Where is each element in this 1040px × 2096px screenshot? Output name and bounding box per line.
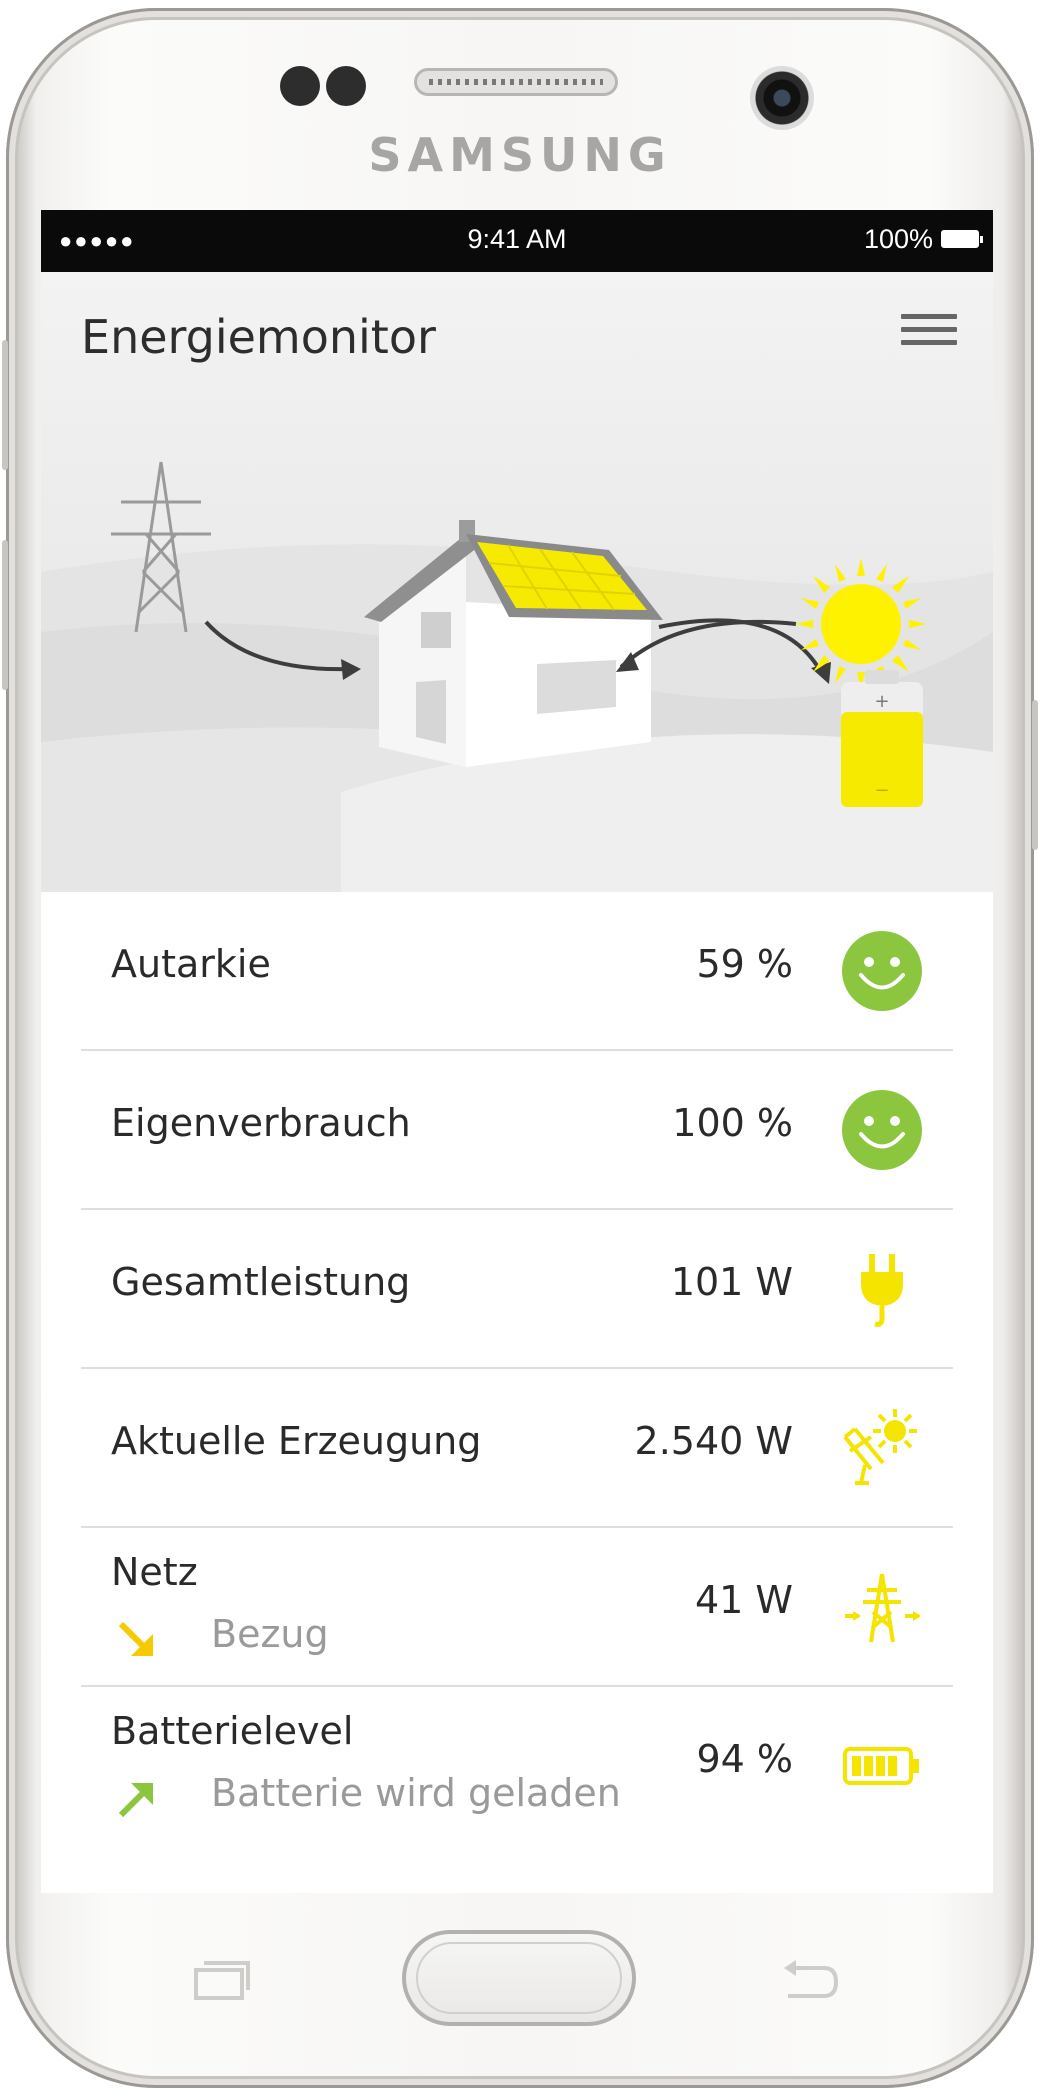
metric-value: 2.540 W [634,1419,793,1463]
brand-logo: SAMSUNG [368,128,672,182]
battery-charging-icon [843,1747,919,1785]
metrics-list: Autarkie 59 % Eigenverbrauch 100 % Gesam… [41,892,993,1844]
metric-label: Batterielevel [111,1709,354,1753]
list-item-autarkie[interactable]: Autarkie 59 % [81,892,953,1051]
arrow-up-right-icon [118,1783,153,1818]
metric-value: 41 W [694,1578,793,1622]
hamburger-menu-icon[interactable] [901,314,957,348]
page-title: Energiemonitor [81,310,436,364]
metric-sublabel: Batterie wird geladen [211,1771,621,1815]
back-icon[interactable] [780,1954,842,2004]
smiley-icon [842,931,922,1011]
metric-value: 94 % [696,1737,793,1781]
metric-label: Gesamtleistung [111,1260,411,1304]
list-item-netz[interactable]: Netz Bezug 41 W [81,1528,953,1687]
metric-label: Netz [111,1550,198,1594]
earpiece-speaker [414,68,618,96]
status-time: 9:41 AM [467,224,567,254]
sensor-dot [326,66,366,106]
list-item-batterielevel[interactable]: Batterielevel Batterie wird geladen 94 % [81,1687,953,1844]
battery-icon: + − [841,670,923,807]
grid-tower-icon [845,1573,921,1643]
solar-sun-icon [843,1409,917,1485]
smiley-icon [842,1090,922,1170]
metric-value: 101 W [670,1260,793,1304]
plug-icon [861,1254,903,1327]
energy-illustration: + − Energiemonitor [41,272,993,892]
metric-value: 59 % [696,942,793,986]
metric-value: 100 % [672,1101,793,1145]
list-item-gesamtleistung[interactable]: Gesamtleistung 101 W [81,1210,953,1369]
recent-apps-icon[interactable] [192,1958,254,2002]
status-bar: ●●●●● 9:41 AM 100% [41,210,993,272]
side-button [2,540,8,690]
battery-percent: 100% [863,224,933,254]
screen: ●●●●● 9:41 AM 100% + − Energiemonitor Au… [41,210,993,1893]
list-item-eigenverbrauch[interactable]: Eigenverbrauch 100 % [81,1051,953,1210]
illustration-svg: + − [41,461,993,892]
battery-minus: − [874,780,889,801]
battery-plus: + [874,691,889,712]
sensor-dot [280,66,320,106]
metric-label: Aktuelle Erzeugung [111,1419,482,1463]
metric-sublabel: Bezug [211,1612,329,1656]
list-item-aktuelle-erzeugung[interactable]: Aktuelle Erzeugung 2.540 W [81,1369,953,1528]
metric-label: Autarkie [111,942,271,986]
volume-button [2,340,8,470]
arrow-down-right-icon [118,1621,153,1656]
status-battery-icon [941,230,983,248]
home-button[interactable] [402,1930,636,2026]
metric-label: Eigenverbrauch [111,1101,411,1145]
front-camera [750,66,814,130]
power-button [1032,700,1038,850]
